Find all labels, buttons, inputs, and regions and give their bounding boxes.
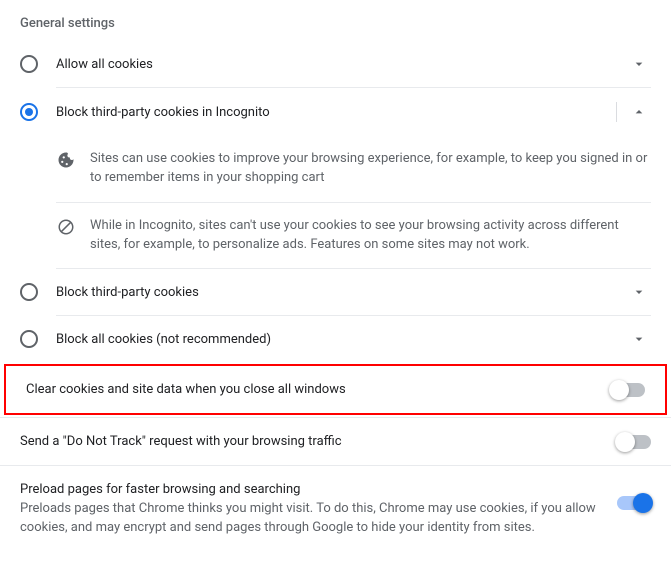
chevron-down-icon[interactable] (627, 56, 651, 72)
preload-toggle[interactable] (617, 496, 651, 510)
preload-pages-row: Preload pages for faster browsing and se… (0, 466, 671, 552)
clear-cookies-on-close-row: Clear cookies and site data when you clo… (6, 366, 665, 413)
chevron-down-icon[interactable] (627, 331, 651, 347)
radio-icon-selected (20, 103, 38, 121)
toggle-knob (609, 380, 629, 400)
cookie-icon (56, 150, 76, 170)
detail-incognito-info: While in Incognito, sites can't use your… (56, 203, 651, 269)
detail-text: While in Incognito, sites can't use your… (90, 217, 651, 255)
chevron-down-icon[interactable] (627, 284, 651, 300)
option-label: Block third-party cookies in Incognito (56, 105, 606, 120)
detail-text: Sites can use cookies to improve your br… (90, 150, 651, 188)
option-block-all-cookies[interactable]: Block all cookies (not recommended) (0, 316, 671, 362)
do-not-track-toggle[interactable] (617, 435, 651, 449)
option-details: Sites can use cookies to improve your br… (0, 136, 671, 268)
option-block-third-party[interactable]: Block third-party cookies (0, 269, 671, 315)
toggle-knob (633, 493, 653, 513)
chevron-up-icon[interactable] (627, 104, 651, 120)
toggle-label: Clear cookies and site data when you clo… (26, 382, 611, 397)
option-block-third-party-incognito[interactable]: Block third-party cookies in Incognito (0, 88, 671, 136)
radio-icon (20, 55, 38, 73)
general-settings-section: General settings Allow all cookies Block… (0, 0, 671, 553)
option-label: Block all cookies (not recommended) (56, 332, 627, 347)
radio-icon (20, 283, 38, 301)
separator (616, 102, 617, 122)
highlighted-setting: Clear cookies and site data when you clo… (4, 364, 667, 415)
preload-desc: Preloads pages that Chrome thinks you mi… (20, 500, 601, 536)
option-label: Block third-party cookies (56, 285, 627, 300)
preload-title: Preload pages for faster browsing and se… (20, 482, 601, 497)
clear-cookies-toggle[interactable] (611, 383, 645, 397)
block-icon (56, 217, 76, 237)
option-label: Allow all cookies (56, 57, 627, 72)
section-title: General settings (0, 0, 671, 41)
toggle-label: Send a "Do Not Track" request with your … (20, 434, 617, 449)
radio-icon (20, 330, 38, 348)
do-not-track-row: Send a "Do Not Track" request with your … (0, 418, 671, 465)
toggle-knob (615, 432, 635, 452)
option-allow-all-cookies[interactable]: Allow all cookies (0, 41, 671, 87)
detail-cookie-info: Sites can use cookies to improve your br… (56, 136, 651, 202)
